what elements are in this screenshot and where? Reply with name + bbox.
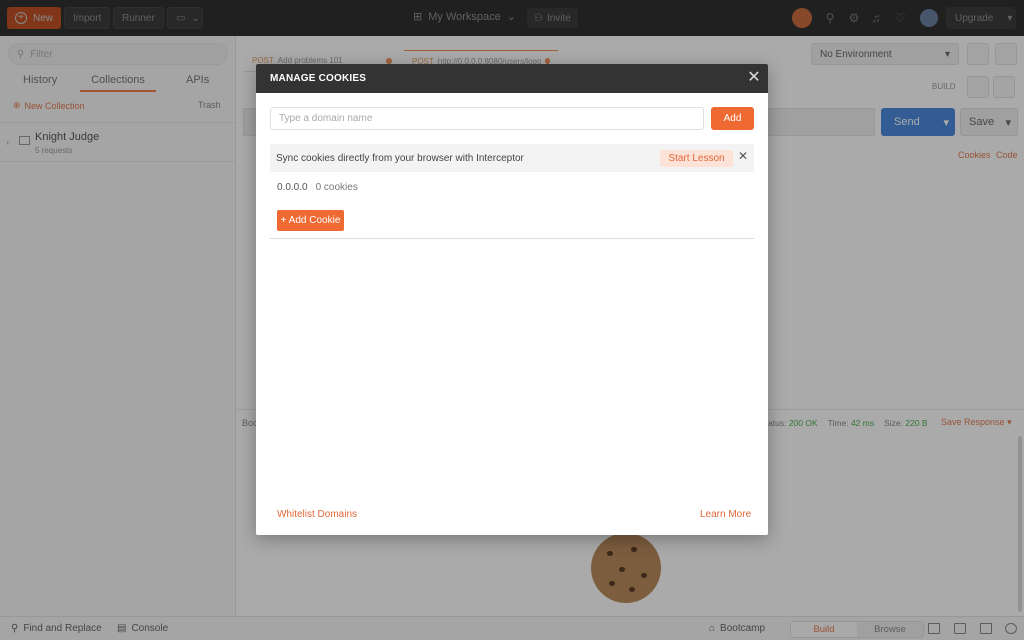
modal-header: MANAGE COOKIES ✕ [256, 64, 768, 93]
domain-name: 0.0.0.0 [277, 182, 308, 193]
domain-input[interactable] [270, 107, 704, 130]
divider [270, 238, 754, 239]
modal-title: MANAGE COOKIES [270, 73, 367, 84]
interceptor-banner: Sync cookies directly from your browser … [270, 144, 754, 172]
add-cookie-button[interactable]: + Add Cookie [277, 210, 344, 231]
start-lesson-button[interactable]: Start Lesson [660, 150, 733, 167]
domain-cookie-count: 0 cookies [315, 182, 358, 193]
manage-cookies-modal: MANAGE COOKIES ✕ Add Sync cookies direct… [256, 64, 768, 535]
interceptor-message: Sync cookies directly from your browser … [276, 153, 524, 164]
close-icon[interactable]: ✕ [746, 70, 762, 86]
learn-more-link[interactable]: Learn More [700, 509, 751, 520]
add-domain-button[interactable]: Add [711, 107, 754, 130]
dismiss-icon[interactable]: ✕ [738, 149, 748, 163]
domain-item[interactable]: 0.0.0.0 0 cookies [277, 182, 358, 193]
whitelist-domains-link[interactable]: Whitelist Domains [277, 509, 357, 520]
